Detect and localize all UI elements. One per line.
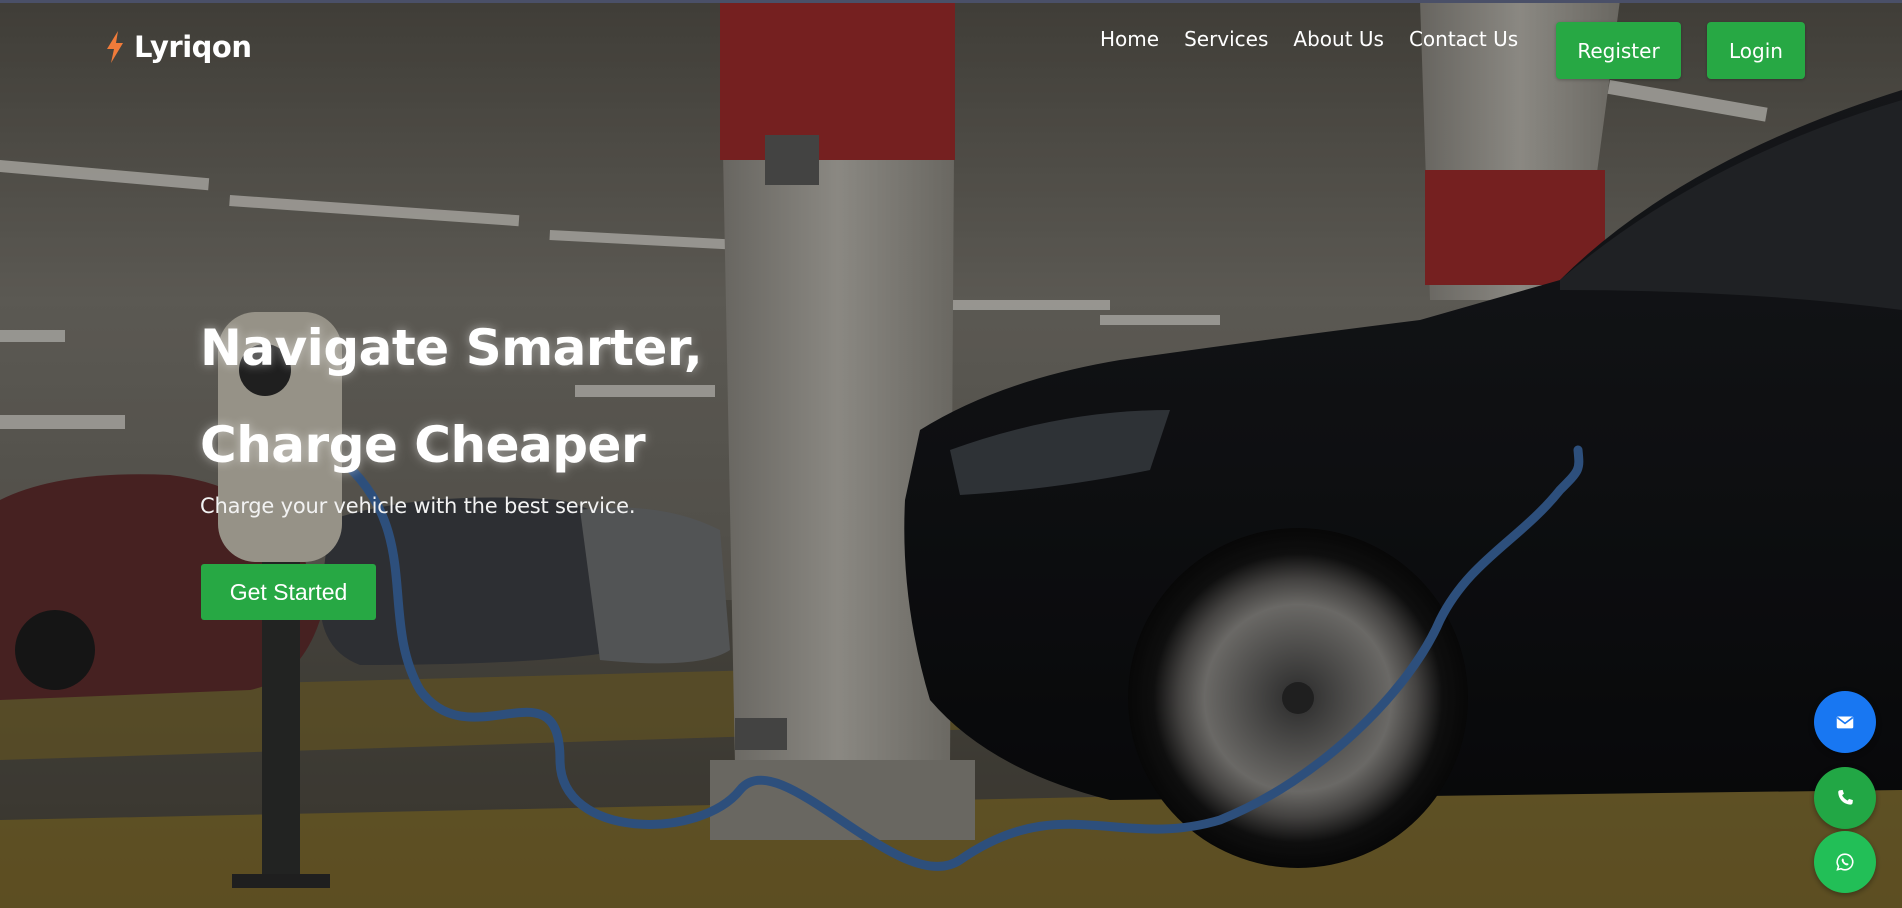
email-fab[interactable]: [1814, 691, 1876, 753]
brand-name: Lyriqon: [134, 30, 252, 64]
register-button[interactable]: Register: [1556, 22, 1681, 79]
brand-logo[interactable]: Lyriqon: [104, 30, 252, 64]
hero-section: Lyriqon Home Services About Us Contact U…: [0, 0, 1902, 908]
whatsapp-icon: [1836, 853, 1854, 871]
email-icon: [1836, 716, 1854, 729]
hero-headline-line-2: Charge Cheaper: [200, 416, 646, 474]
hero-headline-line-1: Navigate Smarter,: [200, 319, 703, 377]
nav-link-contact-us[interactable]: Contact Us: [1409, 24, 1518, 54]
nav-link-home[interactable]: Home: [1100, 24, 1159, 54]
get-started-button[interactable]: Get Started: [201, 564, 376, 620]
whatsapp-fab[interactable]: [1814, 831, 1876, 893]
phone-icon: [1838, 789, 1853, 805]
lightning-bolt-icon: [107, 31, 123, 63]
hero-headline: Navigate Smarter, Charge Cheaper: [200, 300, 703, 494]
main-nav: Home Services About Us Contact Us: [1100, 24, 1543, 54]
nav-link-about-us[interactable]: About Us: [1293, 24, 1384, 54]
nav-link-services[interactable]: Services: [1184, 24, 1268, 54]
hero-subtitle: Charge your vehicle with the best servic…: [200, 494, 636, 518]
login-button[interactable]: Login: [1707, 22, 1805, 79]
top-border: [0, 0, 1902, 3]
phone-fab[interactable]: [1814, 767, 1876, 829]
